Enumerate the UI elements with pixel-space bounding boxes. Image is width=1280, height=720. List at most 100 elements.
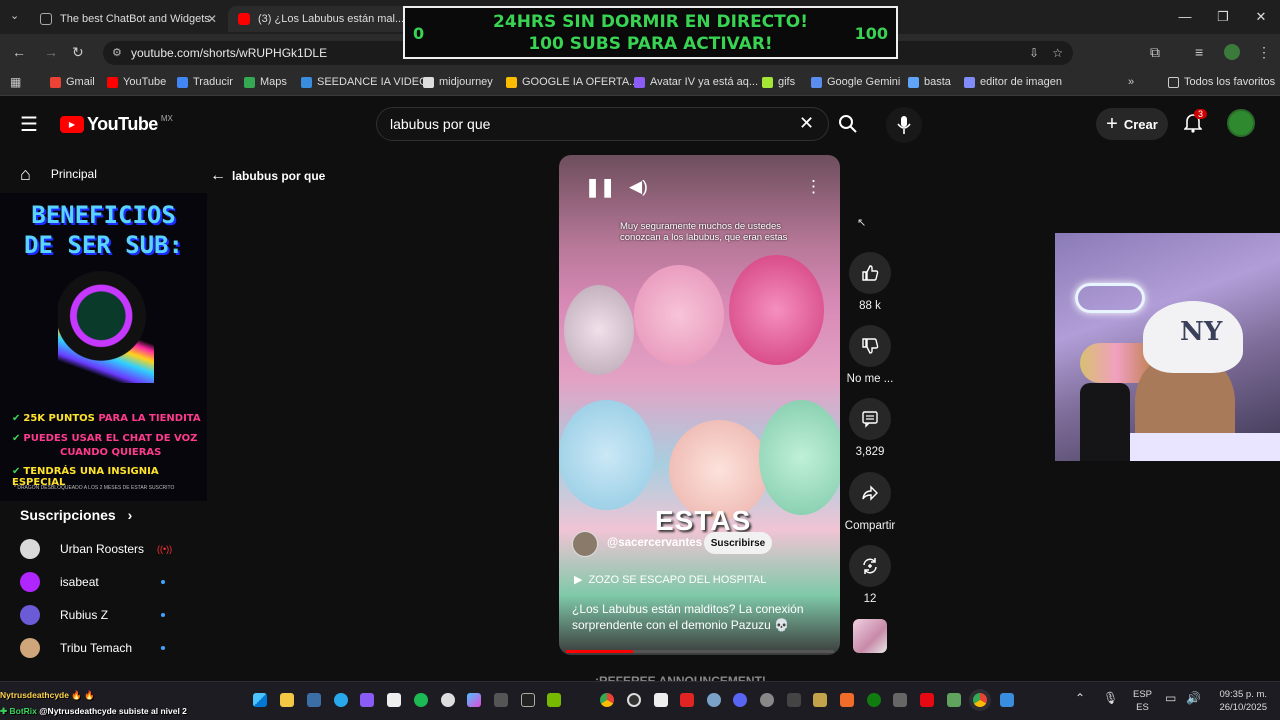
- comments-action[interactable]: 3,829: [849, 398, 891, 458]
- share-button[interactable]: [849, 472, 891, 514]
- channel-avatar[interactable]: [572, 531, 598, 557]
- video-progress-bar[interactable]: [566, 650, 834, 653]
- capcut-icon[interactable]: [387, 693, 401, 707]
- voice-search-button[interactable]: [886, 107, 922, 143]
- chrome-active-icon[interactable]: [973, 693, 987, 707]
- more-bookmarks-icon[interactable]: »: [1128, 76, 1134, 88]
- network-icon[interactable]: ▭: [1165, 691, 1176, 705]
- sidebar-item-home[interactable]: ⌂ Principal: [0, 156, 205, 192]
- more-options-icon[interactable]: ⋮: [805, 177, 822, 197]
- sound-thumbnail[interactable]: [853, 619, 887, 653]
- youtube-logo[interactable]: ▶ YouTube MX: [60, 114, 173, 135]
- bookmark-maps[interactable]: Maps: [244, 76, 287, 88]
- spotify-icon[interactable]: [414, 693, 428, 707]
- tab-list-dropdown-icon[interactable]: ⌄: [10, 9, 19, 22]
- clear-search-icon[interactable]: ✕: [799, 113, 814, 134]
- pause-icon[interactable]: ❚❚: [585, 177, 615, 198]
- dislike-action[interactable]: No me ...: [847, 325, 893, 385]
- all-bookmarks-folder[interactable]: Todos los favoritos: [1168, 76, 1275, 88]
- bookmark-avatar[interactable]: Avatar IV ya está aq...: [634, 76, 758, 88]
- comments-button[interactable]: [849, 398, 891, 440]
- maximize-icon[interactable]: ❐: [1204, 0, 1242, 34]
- back-to-results-link[interactable]: ← labubus por que: [210, 167, 325, 185]
- settings-gear-icon[interactable]: [707, 693, 721, 707]
- close-window-icon[interactable]: ✕: [1242, 0, 1280, 34]
- sidebar-sub-urban-roosters[interactable]: Urban Roosters ((•)): [0, 531, 205, 567]
- dislike-button[interactable]: [849, 325, 891, 367]
- subscribe-button[interactable]: Suscribirse: [704, 532, 772, 554]
- browser-menu-icon[interactable]: ⋮: [1257, 44, 1271, 61]
- bookmark-gmail[interactable]: Gmail: [50, 76, 95, 88]
- media-controls-icon[interactable]: ≡: [1195, 44, 1203, 60]
- app-icon[interactable]: [360, 693, 374, 707]
- notifications-button[interactable]: 3: [1183, 109, 1208, 138]
- capcut-2-icon[interactable]: [521, 693, 535, 707]
- start-button-icon[interactable]: [253, 693, 267, 707]
- tab-close-icon[interactable]: ✕: [207, 12, 217, 26]
- telegram-icon[interactable]: [334, 693, 348, 707]
- share-action[interactable]: Compartir: [845, 472, 895, 532]
- sidebar-sub-rubius[interactable]: Rubius Z: [0, 597, 205, 633]
- capcut-3-icon[interactable]: [654, 693, 668, 707]
- bookmark-youtube[interactable]: YouTube: [107, 76, 166, 88]
- clock[interactable]: 09:35 p. m. 26/10/2025: [1205, 688, 1267, 714]
- like-button[interactable]: [849, 252, 891, 294]
- search-input[interactable]: labubus por que: [376, 107, 829, 141]
- bookmark-basta[interactable]: basta: [908, 76, 951, 88]
- profile-avatar[interactable]: [1224, 44, 1240, 60]
- bookmark-editor[interactable]: editor de imagen: [964, 76, 1062, 88]
- bookmark-google-ia[interactable]: GOOGLE IA OFERTA...: [506, 76, 638, 88]
- nvidia-icon[interactable]: [547, 693, 561, 707]
- app5-icon[interactable]: [840, 693, 854, 707]
- bookmark-midjourney[interactable]: midjourney: [423, 76, 493, 88]
- bookmark-gemini[interactable]: Google Gemini: [811, 76, 900, 88]
- app2-icon[interactable]: [760, 693, 774, 707]
- discord-icon[interactable]: [733, 693, 747, 707]
- app4-icon[interactable]: [813, 693, 827, 707]
- like-action[interactable]: 88 k: [849, 252, 891, 312]
- video-title[interactable]: ¿Los Labubus están malditos? La conexión…: [572, 601, 812, 633]
- channel-handle[interactable]: @sacercervantes: [607, 537, 702, 549]
- app3-icon[interactable]: [787, 693, 801, 707]
- bookmark-seedance[interactable]: SEEDANCE IA VIDEO: [301, 76, 428, 88]
- minimize-icon[interactable]: —: [1166, 0, 1204, 34]
- apps-grid-icon[interactable]: ▦: [10, 75, 21, 89]
- bookmark-gifs[interactable]: gifs: [762, 76, 795, 88]
- create-button[interactable]: + Crear: [1096, 108, 1168, 140]
- netflix-icon[interactable]: [920, 693, 934, 707]
- tray-mic-icon[interactable]: 🎙: [1103, 691, 1118, 705]
- volume-tray-icon[interactable]: 🔊: [1186, 691, 1201, 705]
- threads-icon[interactable]: [441, 693, 455, 707]
- account-avatar[interactable]: [1227, 109, 1255, 137]
- install-app-icon[interactable]: ⇩: [1029, 41, 1039, 65]
- reload-icon[interactable]: ↻: [72, 44, 84, 61]
- remix-button[interactable]: [849, 545, 891, 587]
- xbox-icon[interactable]: [867, 693, 881, 707]
- share-app-icon[interactable]: [893, 693, 907, 707]
- app6-icon[interactable]: [947, 693, 961, 707]
- tab-youtube-short[interactable]: (3) ¿Los Labubus están mal... ✕: [228, 6, 424, 32]
- davinci-icon[interactable]: [680, 693, 694, 707]
- volume-icon[interactable]: ◀): [629, 177, 648, 197]
- extensions-icon[interactable]: ⧉: [1150, 44, 1160, 61]
- tab-chatbot[interactable]: The best ChatBot and Widgets ✕: [30, 6, 225, 32]
- sound-link[interactable]: ▶ ZOZO SE ESCAPO DEL HOSPITAL: [574, 573, 766, 586]
- obs-icon[interactable]: [627, 693, 641, 707]
- tray-chevron-icon[interactable]: ⌃: [1075, 691, 1085, 705]
- copilot-icon[interactable]: [467, 693, 481, 707]
- sidebar-sub-tribu[interactable]: Tribu Temach: [0, 630, 205, 666]
- bookmark-star-icon[interactable]: ☆: [1052, 41, 1063, 65]
- subscriptions-header[interactable]: Suscripciones ›: [20, 507, 132, 523]
- back-icon[interactable]: ←: [12, 44, 26, 60]
- site-info-icon[interactable]: ⚙: [112, 41, 122, 65]
- bookmark-traducir[interactable]: Traducir: [177, 76, 233, 88]
- guide-menu-icon[interactable]: ☰: [20, 112, 38, 137]
- camera-icon[interactable]: [494, 693, 508, 707]
- app7-icon[interactable]: [1000, 693, 1014, 707]
- search-button[interactable]: [829, 107, 867, 141]
- language-indicator[interactable]: ESP ES: [1133, 688, 1152, 714]
- sidebar-sub-isabeat[interactable]: isabeat: [0, 564, 205, 600]
- file-explorer-icon[interactable]: [280, 693, 294, 707]
- store-icon[interactable]: [307, 693, 321, 707]
- chrome-icon[interactable]: [600, 693, 614, 707]
